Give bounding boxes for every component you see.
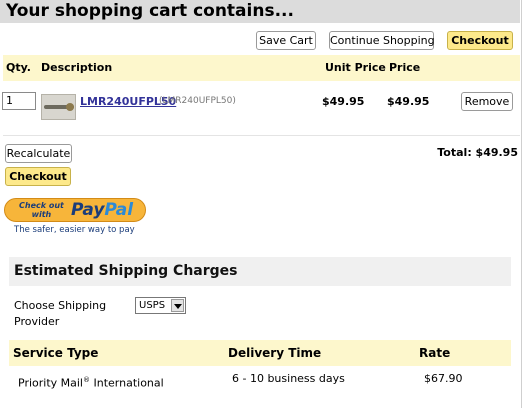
checkout-button-bottom[interactable]: Checkout [5, 167, 71, 186]
cart-total: Total: $49.95 [437, 146, 518, 159]
product-thumbnail[interactable] [41, 94, 76, 120]
shipping-provider-select[interactable]: USPS [135, 297, 186, 314]
shipping-provider-label: Choose Shipping Provider [14, 299, 107, 328]
column-price: Price [389, 61, 421, 74]
recalculate-button[interactable]: Recalculate [5, 144, 72, 163]
column-rate: Rate [419, 346, 451, 360]
column-unit-price: Unit Price [325, 61, 386, 74]
product-sku: (LMR240UFPL50) [159, 96, 236, 106]
service-suffix: International [90, 376, 164, 390]
connector-image-shape [66, 103, 74, 111]
paypal-tagline: The safer, easier way to pay [14, 225, 135, 235]
page-header: Your shopping cart contains... [0, 0, 520, 23]
delivery-time: 6 - 10 business days [232, 372, 345, 385]
continue-shopping-button[interactable]: Continue Shopping [329, 31, 435, 50]
column-qty: Qty. [6, 61, 31, 74]
column-delivery-time: Delivery Time [228, 346, 322, 360]
cart-table-header: Qty. Description Unit Price Price [3, 55, 520, 81]
registered-mark: ® [83, 376, 90, 384]
shipping-rate: $67.90 [424, 372, 463, 385]
shipping-provider-value: USPS [139, 300, 166, 311]
shipping-heading: Estimated Shipping Charges [14, 263, 238, 279]
column-description: Description [41, 61, 113, 74]
window-edge [521, 0, 528, 408]
paypal-checkout-button[interactable]: Check out with PayPal [4, 198, 146, 222]
page-title: Your shopping cart contains... [6, 1, 294, 21]
paypal-logo: PayPal [71, 200, 133, 220]
checkout-button-top[interactable]: Checkout [447, 31, 513, 50]
paypal-checkout-text: Check out with [19, 201, 64, 219]
paypal-logo-pay: Pay [71, 200, 105, 220]
paypal-logo-pal: Pal [104, 200, 134, 220]
remove-button[interactable]: Remove [461, 92, 513, 111]
line-price: $49.95 [387, 95, 430, 108]
quantity-input[interactable]: 1 [2, 92, 36, 110]
service-name: Priority Mail [18, 376, 83, 390]
shipping-rates-header: Service Type Delivery Time Rate [9, 340, 511, 366]
cart-divider [3, 135, 520, 136]
save-cart-button[interactable]: Save Cart [256, 31, 316, 50]
service-type: Priority Mail® International [18, 376, 164, 390]
shipping-section-header: Estimated Shipping Charges [9, 257, 511, 286]
paypal-line1: Check out [19, 201, 64, 210]
column-service-type: Service Type [13, 346, 99, 360]
dropdown-arrow-icon[interactable] [171, 299, 184, 312]
unit-price: $49.95 [322, 95, 365, 108]
paypal-line2: with [31, 210, 52, 219]
